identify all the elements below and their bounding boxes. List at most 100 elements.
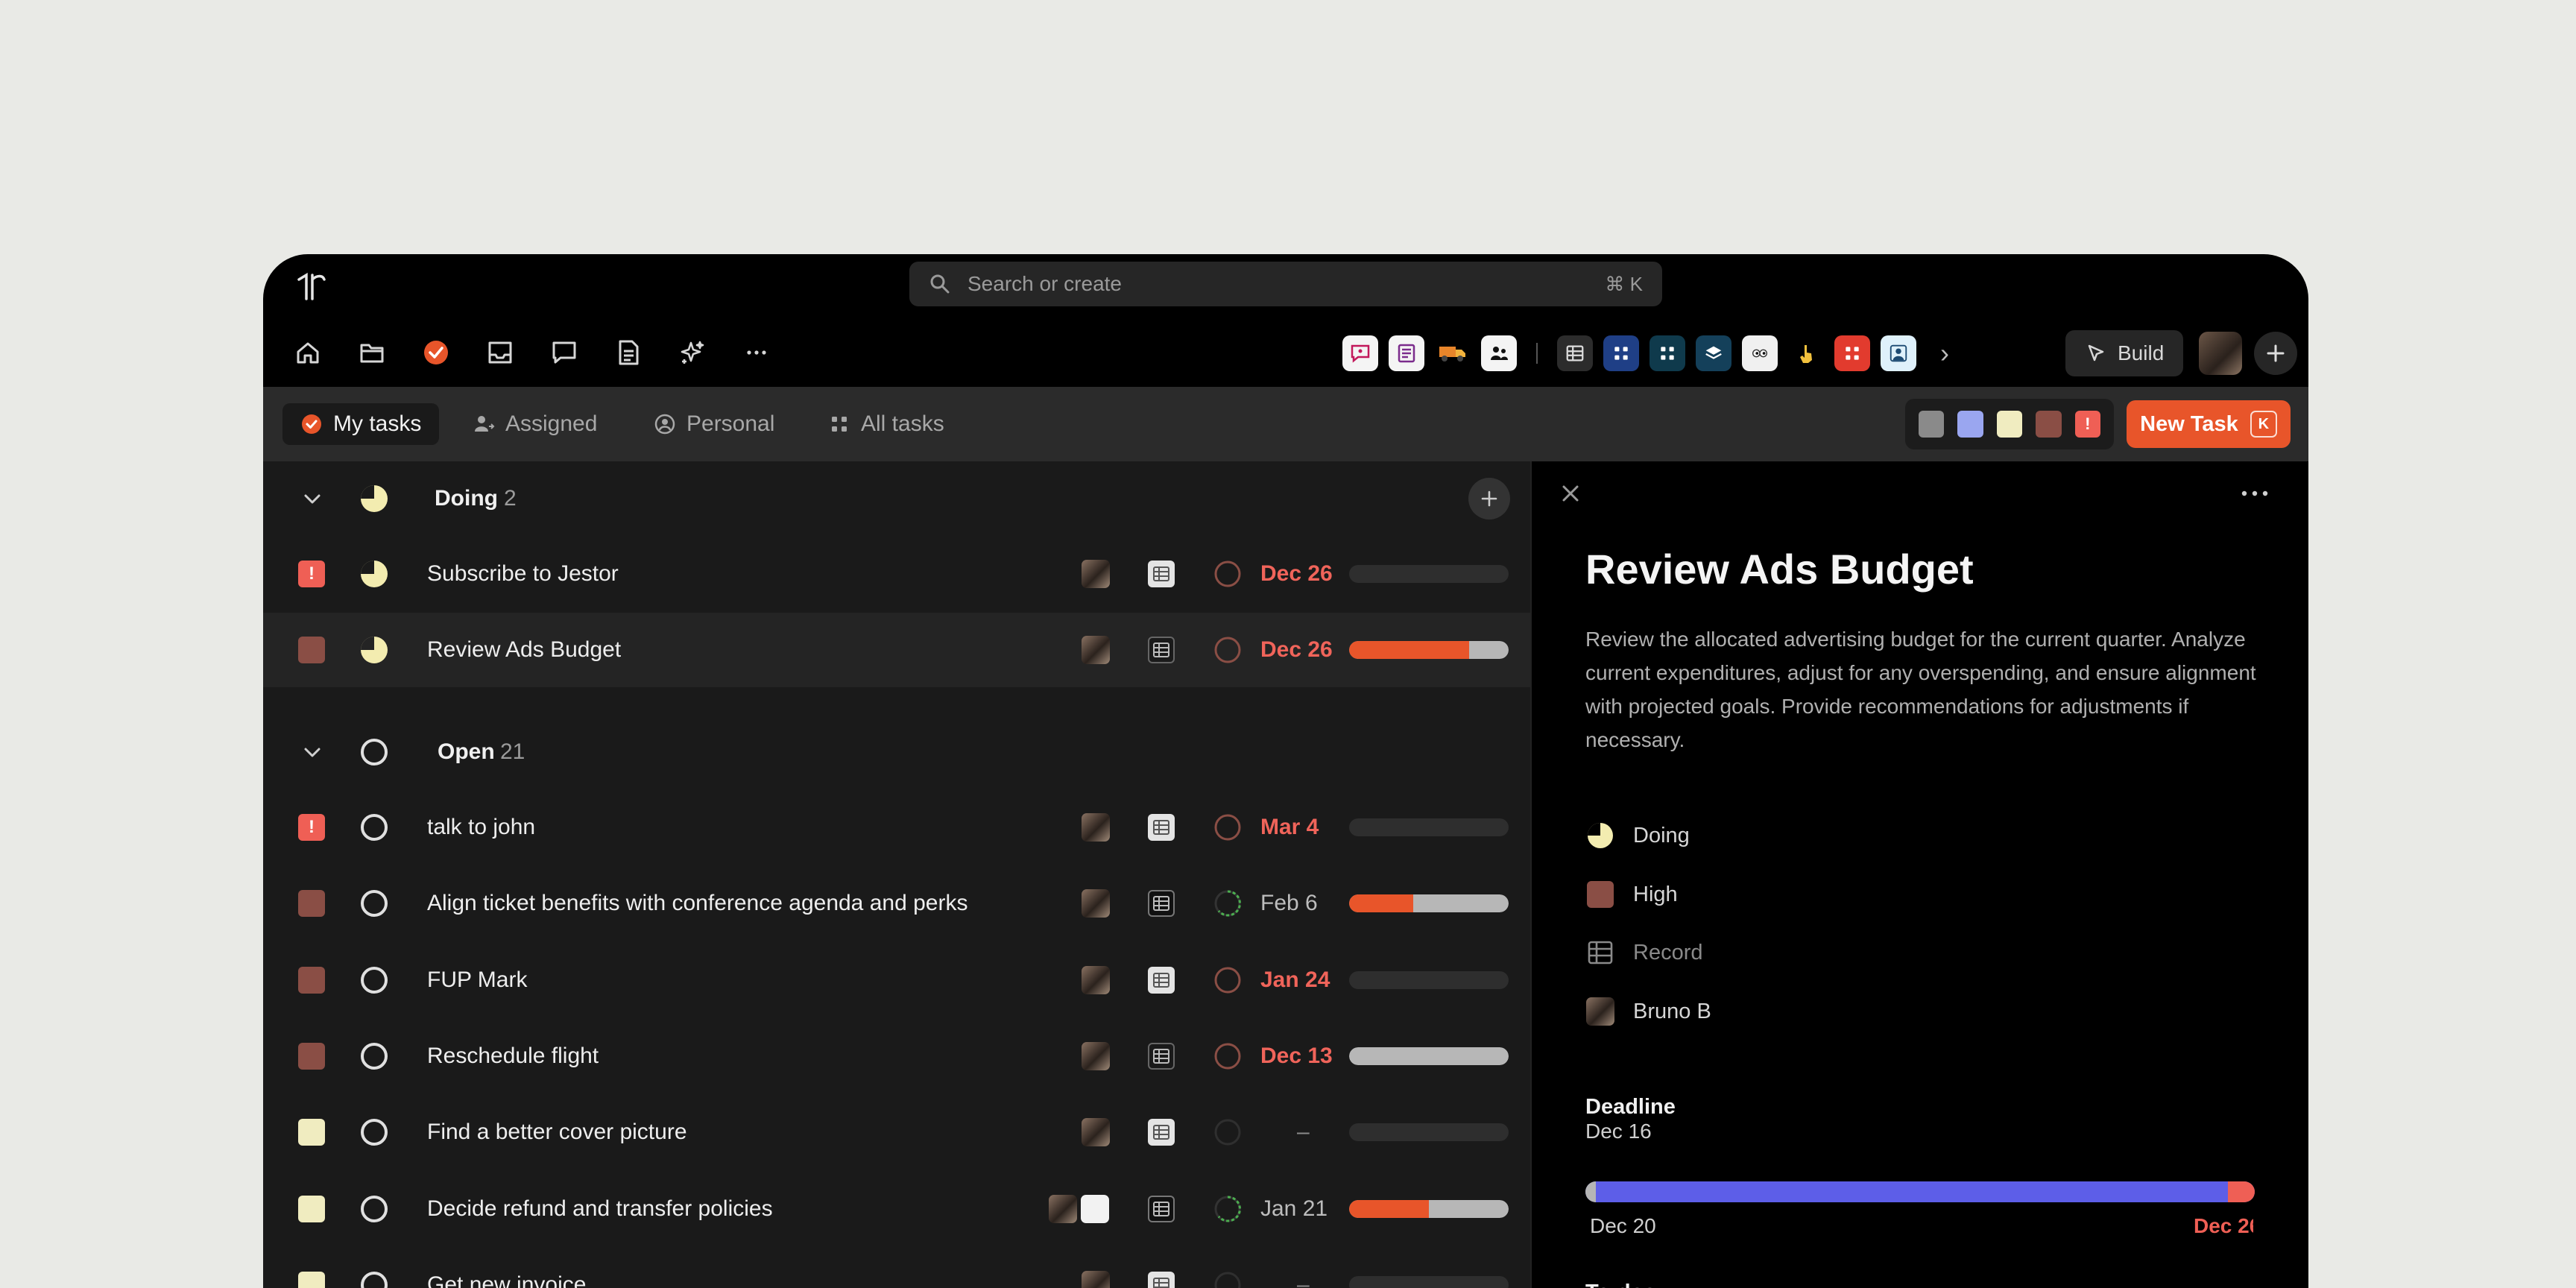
documents-button[interactable]: [604, 329, 652, 376]
group-header-open[interactable]: Open 21: [263, 715, 1530, 789]
files-button[interactable]: [348, 329, 396, 376]
detail-title[interactable]: Review Ads Budget: [1585, 545, 1974, 593]
build-button[interactable]: Build: [2065, 330, 2184, 376]
record-table-icon[interactable]: [1148, 561, 1175, 587]
due-date[interactable]: –: [1297, 1248, 1310, 1288]
task-row[interactable]: Reschedule flight Dec 13: [263, 1019, 1530, 1093]
status-property[interactable]: Doing: [1585, 819, 1690, 852]
task-row[interactable]: Find a better cover picture –: [263, 1095, 1530, 1169]
app-contacts-icon[interactable]: [1881, 335, 1916, 371]
record-table-icon[interactable]: [1148, 890, 1175, 917]
doing-status-icon[interactable]: [359, 634, 390, 666]
due-date[interactable]: Mar 4: [1260, 790, 1319, 865]
app-layers-icon[interactable]: [1696, 335, 1731, 371]
detail-description[interactable]: Review the allocated advertising budget …: [1585, 622, 2256, 757]
assignee-avatar[interactable]: [1082, 1271, 1110, 1288]
open-status-icon[interactable]: [359, 812, 390, 843]
tab-all-tasks[interactable]: All tasks: [810, 403, 962, 445]
ai-button[interactable]: [669, 329, 716, 376]
record-table-icon[interactable]: [1148, 1119, 1175, 1146]
task-row[interactable]: ! Subscribe to Jestor Dec 26: [263, 537, 1530, 611]
app-eyes-icon[interactable]: [1742, 335, 1778, 371]
assignee-avatar[interactable]: [1081, 1195, 1109, 1223]
assignee-avatar[interactable]: [1082, 1042, 1110, 1070]
due-date[interactable]: Dec 13: [1260, 1019, 1333, 1093]
group-header-doing[interactable]: Doing 2: [263, 461, 1530, 536]
task-title[interactable]: talk to john: [427, 790, 535, 865]
task-title[interactable]: Reschedule flight: [427, 1019, 599, 1093]
record-table-icon[interactable]: [1148, 814, 1175, 841]
app-team-icon[interactable]: [1481, 335, 1517, 371]
app-pointer-icon[interactable]: [1788, 335, 1824, 371]
task-title[interactable]: Decide refund and transfer policies: [427, 1172, 773, 1246]
more-nav-button[interactable]: [733, 329, 780, 376]
due-date[interactable]: Dec 26: [1260, 613, 1333, 687]
due-date[interactable]: Feb 6: [1260, 866, 1318, 941]
add-task-button[interactable]: [1468, 478, 1510, 520]
task-row[interactable]: FUP Mark Jan 24: [263, 943, 1530, 1017]
priority-high-icon[interactable]: [298, 637, 325, 663]
task-title[interactable]: Find a better cover picture: [427, 1095, 687, 1169]
deadline-range-bar[interactable]: [1585, 1181, 2255, 1202]
chevron-down-icon[interactable]: [299, 739, 326, 765]
record-table-icon[interactable]: [1148, 1196, 1175, 1222]
tab-my-tasks[interactable]: My tasks: [282, 403, 440, 445]
task-title[interactable]: Get new invoice: [427, 1248, 586, 1288]
task-title[interactable]: FUP Mark: [427, 943, 527, 1017]
assignee-avatar[interactable]: [1082, 966, 1110, 994]
app-grid-teal-icon[interactable]: [1650, 335, 1685, 371]
priority-property[interactable]: High: [1585, 878, 1678, 911]
app-overflow-icon[interactable]: ›: [1927, 335, 1963, 371]
priority-high-icon[interactable]: [298, 967, 325, 994]
filter-high[interactable]: [2036, 411, 2062, 438]
filter-lowest[interactable]: [1957, 411, 1983, 438]
priority-urgent-icon[interactable]: !: [298, 561, 325, 587]
record-property[interactable]: Record: [1585, 936, 1703, 969]
assignee-avatar[interactable]: [1082, 636, 1110, 664]
task-row[interactable]: Get new invoice –: [263, 1248, 1530, 1288]
assignee-avatar[interactable]: [1082, 813, 1110, 842]
assignee-property[interactable]: Bruno B: [1585, 995, 1711, 1028]
priority-urgent-icon[interactable]: !: [298, 814, 325, 841]
app-forms-icon[interactable]: [1389, 335, 1424, 371]
filter-urgent[interactable]: !: [2074, 411, 2101, 438]
tab-assigned[interactable]: Assigned: [455, 403, 615, 445]
record-table-icon[interactable]: [1148, 1272, 1175, 1288]
priority-low-icon[interactable]: [298, 1119, 325, 1146]
open-status-icon[interactable]: [359, 1117, 390, 1148]
task-row[interactable]: Align ticket benefits with conference ag…: [263, 866, 1530, 941]
tasks-button[interactable]: [412, 329, 460, 376]
jestor-logo-icon[interactable]: [294, 269, 330, 305]
open-status-icon[interactable]: [359, 965, 390, 996]
task-title[interactable]: Subscribe to Jestor: [427, 537, 619, 611]
assignee-avatar[interactable]: [1082, 1118, 1110, 1146]
open-status-icon[interactable]: [359, 1193, 390, 1225]
task-title[interactable]: Align ticket benefits with conference ag…: [427, 866, 967, 941]
priority-low-icon[interactable]: [298, 1272, 325, 1288]
filter-low[interactable]: [1996, 411, 2023, 438]
record-table-icon[interactable]: [1148, 1043, 1175, 1070]
home-button[interactable]: [284, 329, 332, 376]
record-table-icon[interactable]: [1148, 637, 1175, 663]
app-grid-red-icon[interactable]: [1834, 335, 1870, 371]
due-date[interactable]: –: [1297, 1095, 1310, 1169]
add-app-button[interactable]: [2254, 332, 2297, 375]
task-row[interactable]: Review Ads Budget Dec 26: [263, 613, 1530, 687]
open-status-icon[interactable]: [359, 1041, 390, 1072]
open-status-icon[interactable]: [359, 888, 390, 919]
due-date[interactable]: Jan 21: [1260, 1172, 1328, 1246]
chevron-down-icon[interactable]: [299, 485, 326, 512]
open-status-icon[interactable]: [359, 1269, 390, 1288]
user-avatar[interactable]: [2199, 332, 2242, 375]
chat-button[interactable]: [540, 329, 588, 376]
filter-none[interactable]: [1919, 411, 1945, 438]
more-options-icon[interactable]: [2240, 482, 2270, 505]
priority-low-icon[interactable]: [298, 1196, 325, 1222]
doing-status-icon[interactable]: [359, 558, 390, 590]
app-table-icon[interactable]: [1557, 335, 1593, 371]
app-feedback-icon[interactable]: [1342, 335, 1378, 371]
assignee-avatar[interactable]: [1082, 889, 1110, 918]
assignee-avatar[interactable]: [1082, 560, 1110, 588]
task-row[interactable]: ! talk to john Mar 4: [263, 790, 1530, 865]
assignee-avatar[interactable]: [1049, 1195, 1077, 1223]
